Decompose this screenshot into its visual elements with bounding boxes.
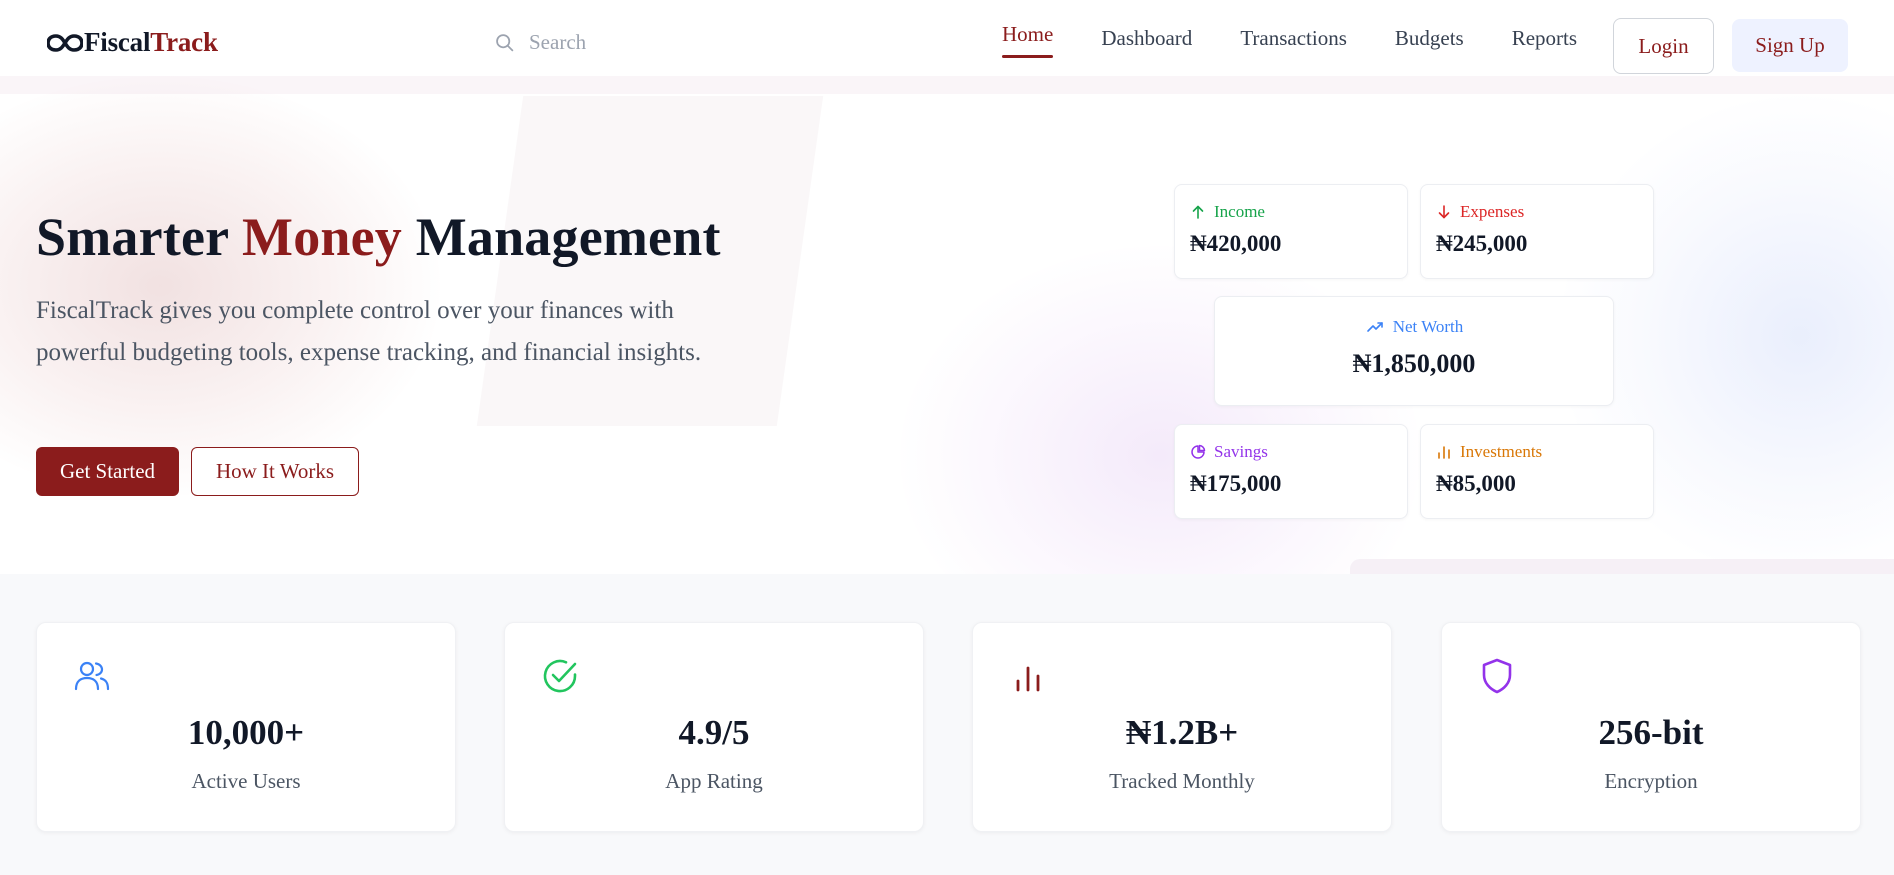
hero-title-part2: Management bbox=[415, 207, 721, 267]
expenses-value: ₦245,000 bbox=[1436, 231, 1528, 256]
stat-label-rating: App Rating bbox=[665, 769, 763, 793]
net-worth-value: ₦1,850,000 bbox=[1352, 349, 1476, 378]
hero-top-band bbox=[0, 76, 1894, 94]
net-worth-label: Net Worth bbox=[1392, 317, 1464, 336]
stats-section: 10,000+ Active Users 4.9/5 App Rating ₦1… bbox=[0, 574, 1894, 875]
nav-link-transactions[interactable]: Transactions bbox=[1240, 26, 1347, 51]
net-worth-label-row: Net Worth bbox=[1215, 317, 1613, 337]
income-card: Income ₦420,000 bbox=[1174, 184, 1408, 279]
savings-value: ₦175,000 bbox=[1190, 471, 1282, 496]
income-label: Income bbox=[1214, 202, 1265, 221]
expenses-card: Expenses ₦245,000 bbox=[1420, 184, 1654, 279]
stat-card-encryption: 256-bit Encryption bbox=[1441, 622, 1861, 832]
stat-value-users: 10,000+ bbox=[187, 713, 305, 752]
bar-chart-icon bbox=[1438, 446, 1450, 459]
arrow-down-icon bbox=[1438, 205, 1450, 219]
trending-up-icon bbox=[1366, 322, 1383, 332]
search-bar bbox=[494, 30, 829, 55]
search-icon bbox=[496, 34, 514, 52]
investments-value: ₦85,000 bbox=[1436, 471, 1516, 496]
nav-link-budgets[interactable]: Budgets bbox=[1395, 26, 1464, 51]
check-circle-icon bbox=[543, 659, 577, 693]
investments-label-row: Investments bbox=[1436, 442, 1542, 462]
login-button[interactable]: Login bbox=[1613, 18, 1714, 74]
nav-links: Home Dashboard Transactions Budgets Repo… bbox=[1002, 0, 1625, 76]
hero-bottom-band bbox=[1350, 559, 1894, 574]
savings-label: Savings bbox=[1214, 442, 1268, 461]
hero-section: Smarter Money Management FiscalTrack giv… bbox=[0, 76, 1894, 574]
stat-label-encryption: Encryption bbox=[1604, 769, 1698, 793]
stat-label-users: Active Users bbox=[191, 769, 301, 793]
how-it-works-button[interactable]: How It Works bbox=[191, 447, 359, 496]
hero-blob-red bbox=[0, 76, 440, 496]
nav-link-home[interactable]: Home bbox=[1002, 22, 1054, 58]
stat-card-tracked: ₦1.2B+ Tracked Monthly bbox=[972, 622, 1392, 832]
investments-label: Investments bbox=[1460, 442, 1543, 461]
investments-card: Investments ₦85,000 bbox=[1420, 424, 1654, 519]
hero-title-accent: Money bbox=[242, 207, 402, 267]
income-value: ₦420,000 bbox=[1190, 231, 1282, 256]
shield-icon bbox=[1482, 658, 1512, 694]
stat-value-tracked: ₦1.2B+ bbox=[1125, 713, 1239, 752]
nav-link-reports[interactable]: Reports bbox=[1512, 26, 1577, 51]
logo-text-part1: Fiscal bbox=[84, 27, 151, 57]
arrow-up-icon bbox=[1192, 205, 1204, 219]
logo-text-part2: Track bbox=[150, 27, 218, 57]
hero-title: Smarter Money Management bbox=[36, 206, 721, 268]
savings-card: Savings ₦175,000 bbox=[1174, 424, 1408, 519]
get-started-button[interactable]: Get Started bbox=[36, 447, 179, 496]
bar-chart-icon bbox=[1016, 666, 1040, 692]
net-worth-card: Net Worth ₦1,850,000 bbox=[1214, 296, 1614, 406]
stat-label-tracked: Tracked Monthly bbox=[1109, 769, 1255, 793]
signup-button[interactable]: Sign Up bbox=[1732, 19, 1848, 72]
pie-chart-icon bbox=[1191, 444, 1206, 459]
expenses-label-row: Expenses bbox=[1436, 202, 1524, 222]
stat-value-rating: 4.9/5 bbox=[678, 713, 750, 752]
expenses-label: Expenses bbox=[1460, 202, 1525, 221]
stat-value-encryption: 256-bit bbox=[1598, 713, 1704, 752]
navbar: FiscalTrack Home Dashboard Transactions … bbox=[0, 0, 1894, 76]
hero-title-part1: Smarter bbox=[36, 207, 229, 267]
infinity-icon bbox=[47, 33, 83, 52]
stat-card-users: 10,000+ Active Users bbox=[36, 622, 456, 832]
users-icon bbox=[74, 661, 110, 691]
savings-label-row: Savings bbox=[1190, 442, 1268, 462]
search-input[interactable] bbox=[529, 30, 829, 55]
income-label-row: Income bbox=[1190, 202, 1265, 222]
nav-link-dashboard[interactable]: Dashboard bbox=[1101, 26, 1192, 51]
stat-card-rating: 4.9/5 App Rating bbox=[504, 622, 924, 832]
logo[interactable]: Fiscal Track bbox=[47, 27, 218, 58]
hero-description: FiscalTrack gives you complete control o… bbox=[36, 297, 702, 366]
